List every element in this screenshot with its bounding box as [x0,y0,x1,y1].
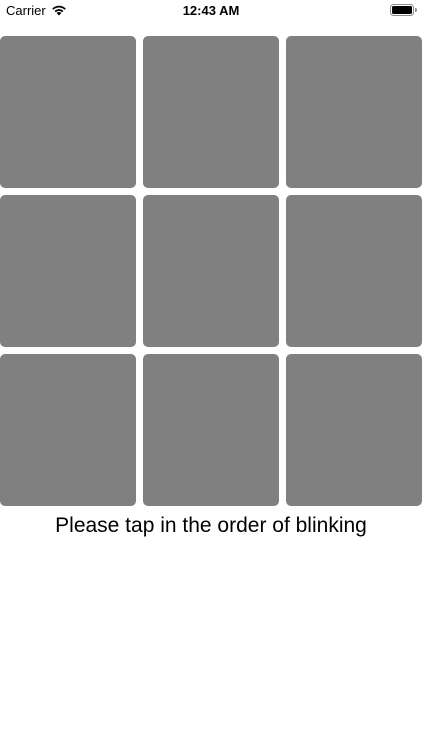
tile-r3-c1[interactable] [0,354,136,506]
instruction-text: Please tap in the order of blinking [55,514,367,537]
tile-r2-c3[interactable] [286,195,422,347]
tile-r2-c1[interactable] [0,195,136,347]
tile-r1-c3[interactable] [286,36,422,188]
tile-r2-c2[interactable] [143,195,279,347]
tile-r1-c2[interactable] [143,36,279,188]
status-bar: Carrier 12:43 AM [0,0,422,22]
tile-grid [0,36,422,506]
tile-r3-c3[interactable] [286,354,422,506]
status-time: 12:43 AM [182,3,240,18]
tile-r1-c1[interactable] [0,36,136,188]
battery-icon [390,4,417,16]
tile-r3-c2[interactable] [143,354,279,506]
